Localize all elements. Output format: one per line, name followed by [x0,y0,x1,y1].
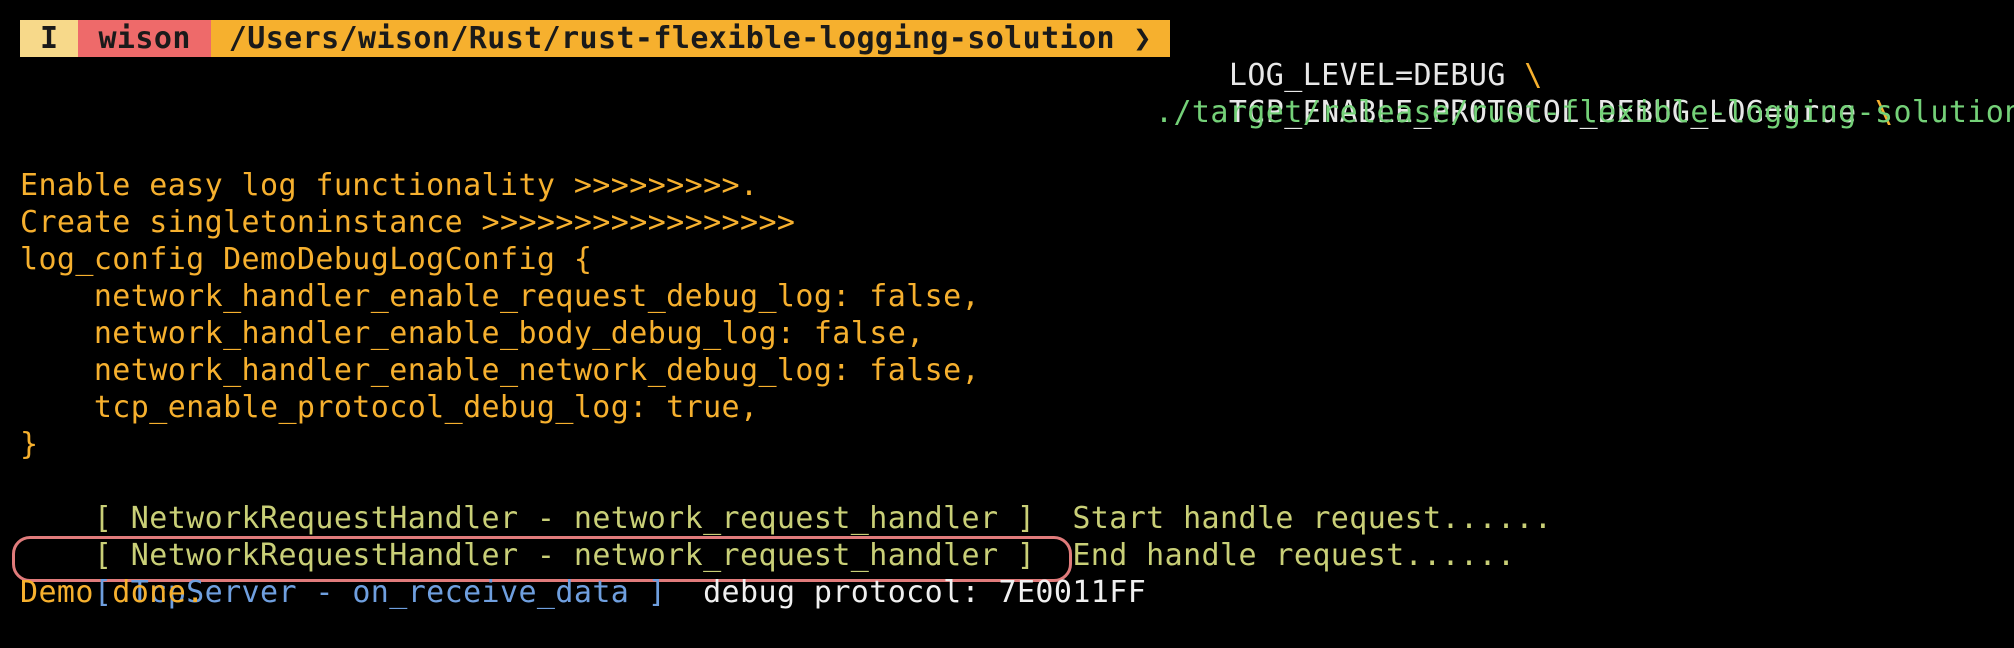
output-line: network_handler_enable_request_debug_log… [20,279,980,314]
command-line-3[interactable]: ./target/release/rust-flexible-logging-s… [1155,94,2014,131]
shell-prompt: I wison /Users/wison/Rust/rust-flexible-… [20,20,1170,57]
command-line-1[interactable]: LOG_LEVEL=DEBUG \ [1155,20,1543,93]
output-line: Create singletoninstance >>>>>>>>>>>>>>>… [20,205,796,240]
output-line: network_handler_enable_body_debug_log: f… [20,316,925,351]
prompt-mode-indicator: I [20,20,79,57]
prompt-working-directory: /Users/wison/Rust/rust-flexible-logging-… [210,20,1170,57]
log-line-tcp-protocol: [ TcpServer - on_receive_data ] debug pr… [20,537,1146,610]
output-line: network_handler_enable_network_debug_log… [20,353,980,388]
command-line-2[interactable]: TCP_ENABLE_PROTOCOL_DEBUG_LOG=true \ [1155,57,1894,130]
log-line-end-request: [ NetworkRequestHandler - network_reques… [20,500,1515,573]
output-line-done: Demo done. [20,575,205,610]
output-line: tcp_enable_protocol_debug_log: true, [20,390,759,425]
output-line: Enable easy log functionality >>>>>>>>>. [20,168,759,203]
log-line-start-request: [ NetworkRequestHandler - network_reques… [20,463,1552,536]
log-message-tcp: debug protocol: 7E0011FF [666,575,1147,610]
prompt-username: wison [78,20,211,57]
output-line: } [20,427,39,462]
output-line: log_config DemoDebugLogConfig { [20,242,593,277]
